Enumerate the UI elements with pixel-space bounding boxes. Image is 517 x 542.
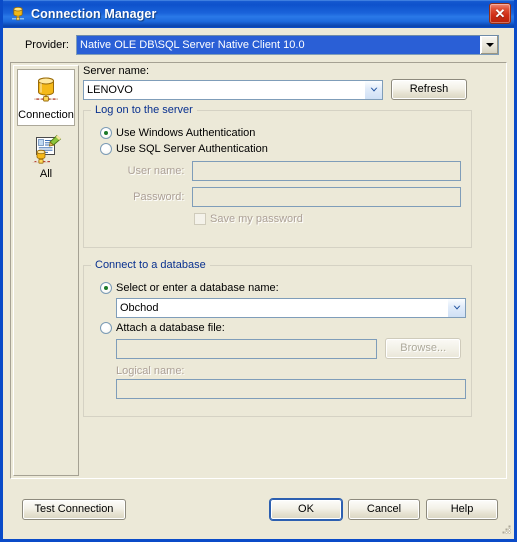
attach-file-field[interactable] bbox=[116, 338, 378, 359]
radio-attach-database-file[interactable]: Attach a database file: bbox=[100, 322, 461, 334]
radio-windows-authentication[interactable]: Use Windows Authentication bbox=[100, 127, 461, 139]
logical-name-field[interactable] bbox=[116, 379, 466, 399]
title-bar[interactable]: Connection Manager ✕ bbox=[3, 0, 514, 28]
radio-sql-authentication[interactable]: Use SQL Server Authentication bbox=[100, 143, 461, 155]
chevron-down-icon[interactable] bbox=[480, 35, 498, 54]
properties-list-icon bbox=[17, 132, 75, 168]
category-sidebar: Connection All bbox=[13, 65, 79, 476]
content-panel: Connection All Server name: LENOVO Refre… bbox=[10, 62, 507, 479]
user-name-label: User name: bbox=[127, 165, 185, 177]
logical-name-label: Logical name: bbox=[116, 365, 185, 377]
radio-indicator[interactable] bbox=[100, 143, 112, 155]
database-name-combobox[interactable]: Obchod bbox=[116, 298, 466, 318]
provider-combobox[interactable]: Native OLE DB\SQL Server Native Client 1… bbox=[76, 34, 499, 55]
radio-sql-authentication-label: Use SQL Server Authentication bbox=[116, 143, 268, 155]
connection-manager-dialog: Connection Manager ✕ Provider: Native OL… bbox=[0, 0, 517, 542]
close-icon[interactable]: ✕ bbox=[489, 3, 511, 24]
main-settings-column: Server name: LENOVO Refresh Log on to th… bbox=[83, 65, 504, 417]
provider-label: Provider: bbox=[24, 38, 69, 51]
provider-value[interactable]: Native OLE DB\SQL Server Native Client 1… bbox=[77, 35, 480, 54]
password-field[interactable] bbox=[192, 187, 461, 207]
radio-attach-database-file-label: Attach a database file: bbox=[116, 322, 225, 334]
help-button[interactable]: Help bbox=[426, 499, 498, 520]
resize-grip[interactable] bbox=[500, 523, 512, 535]
database-group: Connect to a database Select or enter a … bbox=[83, 259, 472, 417]
database-group-title: Connect to a database bbox=[91, 259, 210, 271]
sidebar-item-connection-label: Connection bbox=[18, 109, 74, 121]
database-name-value[interactable]: Obchod bbox=[117, 299, 447, 317]
test-connection-button[interactable]: Test Connection bbox=[22, 499, 126, 520]
sidebar-item-all-label: All bbox=[39, 168, 53, 180]
chevron-down-icon[interactable] bbox=[447, 299, 465, 317]
dialog-button-bar: Test Connection OK Cancel Help bbox=[3, 487, 514, 537]
radio-indicator-selected[interactable] bbox=[100, 127, 112, 139]
save-password-label: Save my password bbox=[210, 213, 303, 225]
server-name-label: Server name: bbox=[83, 65, 150, 77]
provider-row: Provider: Native OLE DB\SQL Server Nativ… bbox=[3, 29, 514, 60]
window-title: Connection Manager bbox=[31, 6, 157, 21]
close-glyph: ✕ bbox=[494, 6, 506, 21]
cancel-button[interactable]: Cancel bbox=[348, 499, 420, 520]
user-name-field[interactable] bbox=[192, 161, 461, 181]
radio-windows-authentication-label: Use Windows Authentication bbox=[116, 127, 256, 139]
refresh-button[interactable]: Refresh bbox=[391, 79, 467, 100]
server-name-combobox[interactable]: LENOVO bbox=[83, 79, 383, 100]
password-label: Password: bbox=[133, 191, 185, 203]
radio-select-database-name[interactable]: Select or enter a database name: bbox=[100, 282, 461, 294]
radio-indicator[interactable] bbox=[100, 322, 112, 334]
checkbox-indicator[interactable] bbox=[194, 213, 206, 225]
ok-button[interactable]: OK bbox=[270, 499, 342, 520]
database-icon bbox=[18, 73, 74, 109]
sidebar-item-connection[interactable]: Connection bbox=[17, 69, 75, 126]
browse-button[interactable]: Browse... bbox=[385, 338, 461, 359]
save-password-checkbox[interactable]: Save my password bbox=[194, 213, 461, 225]
radio-select-database-name-label: Select or enter a database name: bbox=[116, 282, 279, 294]
database-connection-icon bbox=[10, 6, 26, 22]
logon-group-title: Log on to the server bbox=[91, 104, 197, 116]
server-name-row: LENOVO Refresh bbox=[83, 79, 504, 100]
sidebar-item-all[interactable]: All bbox=[17, 129, 75, 184]
chevron-down-icon[interactable] bbox=[364, 80, 382, 99]
radio-indicator-selected[interactable] bbox=[100, 282, 112, 294]
server-name-value[interactable]: LENOVO bbox=[84, 81, 364, 99]
logon-group: Log on to the server Use Windows Authent… bbox=[83, 104, 472, 248]
